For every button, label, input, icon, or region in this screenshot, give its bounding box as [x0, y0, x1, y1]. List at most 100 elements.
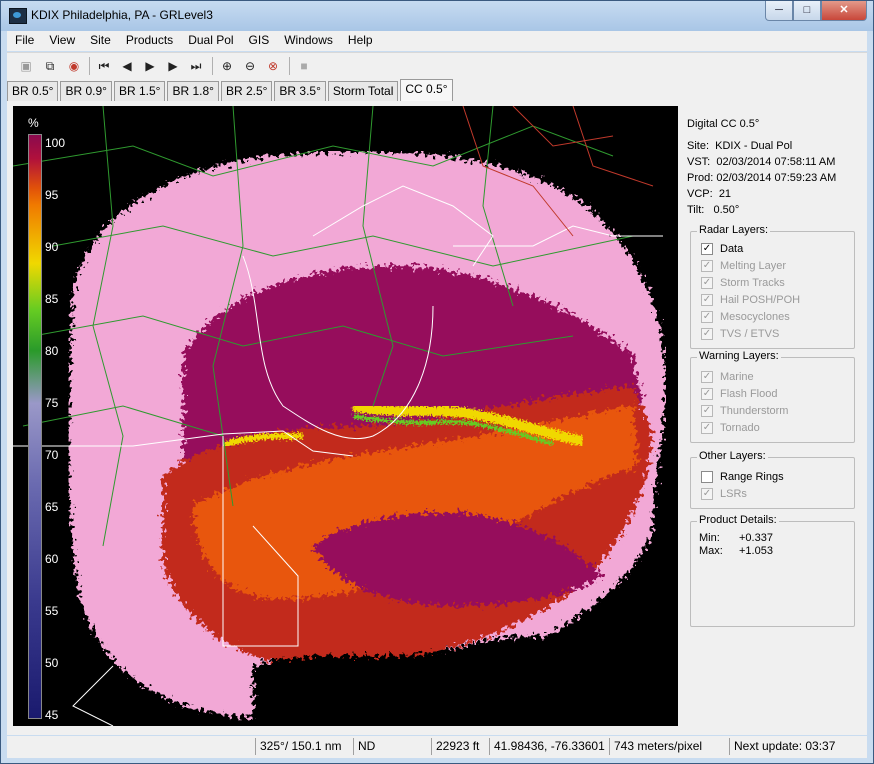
warning-flash-flood: ✓ Flash Flood: [691, 385, 854, 402]
warning-thunderstorm: ✓ Thunderstorm: [691, 402, 854, 419]
checkbox-unchecked-icon[interactable]: [701, 470, 713, 483]
play-icon[interactable]: ▶: [141, 57, 159, 75]
other-layers-title: Other Layers:: [697, 450, 768, 462]
product-name: Digital CC 0.5°: [687, 118, 760, 130]
tab-br-1-8[interactable]: BR 1.8°: [167, 81, 219, 101]
checkbox-checked-icon[interactable]: ✓: [701, 242, 713, 255]
radar-map[interactable]: % 100 95 90 85 80 75 70 65 60 55 50 45: [13, 106, 678, 726]
legend-color-bar: [28, 134, 42, 719]
detail-min-label: Min:: [699, 532, 720, 544]
menu-products[interactable]: Products: [118, 31, 180, 51]
prev-frame-icon[interactable]: ◀: [118, 57, 136, 75]
vcp-info: VCP: 21: [687, 188, 861, 204]
layer-data[interactable]: ✓ Data: [691, 240, 854, 257]
product-details-title: Product Details:: [697, 514, 779, 526]
product-tabs: BR 0.5° BR 0.9° BR 1.5° BR 1.8° BR 2.5° …: [7, 79, 867, 101]
last-frame-icon[interactable]: ⏭: [187, 57, 205, 75]
other-layers-group: Other Layers: Range Rings ✓ LSRs: [690, 450, 855, 509]
legend-label-55: 55: [45, 604, 59, 618]
toolbar: ▣ ⧉ ◉ ⏮ ◀ ▶ ▶​ ⏭ ⊕ ⊖ ⊗ ■: [7, 52, 867, 80]
layer-melting-layer-label: Melting Layer: [720, 259, 787, 272]
zoom-out-icon[interactable]: ⊖: [241, 57, 259, 75]
site-info: Site: KDIX - Dual Pol: [687, 140, 861, 156]
layer-storm-tracks-label: Storm Tracks: [720, 276, 785, 289]
menu-help[interactable]: Help: [340, 31, 380, 51]
legend-label-65: 65: [45, 500, 59, 514]
tilt-info: Tilt: 0.50°: [687, 204, 861, 220]
status-bearing: 325°/ 150.1 nm: [255, 738, 358, 755]
radar-image: [13, 106, 666, 726]
tab-br-1-5[interactable]: BR 1.5°: [113, 81, 166, 101]
radar-layers-group: Radar Layers: ✓ Data ✓ Melting Layer ✓ Stor…: [690, 224, 855, 349]
maximize-button[interactable]: □: [793, 1, 821, 21]
new-window-icon[interactable]: ▣: [17, 57, 35, 75]
layer-melting-layer: ✓ Melting Layer: [691, 257, 854, 274]
other-range-rings[interactable]: Range Rings: [691, 468, 854, 485]
checkbox-checked-icon: ✓: [701, 404, 713, 417]
zoom-in-icon[interactable]: ⊕: [218, 57, 236, 75]
tab-br-3-5[interactable]: BR 3.5°: [274, 81, 326, 101]
legend-label-45: 45: [45, 708, 59, 722]
layer-mesocyclones-label: Mesocyclones: [720, 310, 790, 323]
vst-label: VST:: [687, 156, 711, 168]
warning-marine: ✓ Marine: [691, 368, 854, 385]
site-value: KDIX - Dual Pol: [715, 140, 793, 152]
legend-label-95: 95: [45, 188, 59, 202]
detail-max-value: +1.053: [739, 545, 773, 557]
copy-icon[interactable]: ⧉: [41, 57, 59, 75]
other-lsrs-label: LSRs: [720, 487, 747, 500]
legend-label-75: 75: [45, 396, 59, 410]
vst-info: VST: 02/03/2014 07:58:11 AM: [687, 156, 861, 172]
product-details-group: Product Details: Min: +0.337 Max: +1.053: [690, 514, 855, 627]
legend-label-85: 85: [45, 292, 59, 306]
record-icon[interactable]: ◉: [65, 57, 83, 75]
detail-min: Min: +0.337: [691, 532, 854, 545]
status-coords: 41.98436, -76.33601: [489, 738, 612, 755]
stop-icon[interactable]: ■: [295, 57, 313, 75]
checkbox-checked-icon: ✓: [701, 276, 713, 289]
detail-max-label: Max:: [699, 545, 723, 557]
menu-gis[interactable]: GIS: [241, 31, 277, 51]
tab-br-0-9[interactable]: BR 0.9°: [60, 81, 112, 101]
legend-label-100: 100: [45, 136, 66, 150]
warning-layers-title: Warning Layers:: [697, 350, 781, 362]
zoom-reset-icon[interactable]: ⊗: [264, 57, 282, 75]
menu-dual-pol[interactable]: Dual Pol: [180, 31, 240, 51]
prod-value: 02/03/2014 07:59:23 AM: [716, 172, 837, 184]
next-frame-icon[interactable]: ▶​: [164, 57, 182, 75]
minimize-button[interactable]: ─: [765, 1, 793, 21]
tab-br-2-5[interactable]: BR 2.5°: [220, 81, 273, 101]
toolbar-separator: [212, 57, 213, 75]
menu-site[interactable]: Site: [82, 31, 118, 51]
color-legend: % 100 95 90 85 80 75 70 65 60 55 50 45: [23, 116, 68, 722]
tilt-label: Tilt:: [687, 204, 705, 216]
window-controls: ─ □ ✕: [765, 1, 867, 21]
vcp-label: VCP:: [687, 188, 713, 200]
vst-value: 02/03/2014 07:58:11 AM: [716, 156, 836, 168]
menu-file[interactable]: File: [7, 31, 41, 51]
other-range-rings-label: Range Rings: [720, 470, 784, 483]
detail-max: Max: +1.053: [691, 545, 854, 558]
checkbox-checked-icon: ✓: [701, 259, 713, 272]
tab-storm-total[interactable]: Storm Total: [327, 81, 399, 101]
toolbar-separator: [89, 57, 90, 75]
menu-view[interactable]: View: [41, 31, 82, 51]
status-next-update: Next update: 03:37: [729, 738, 846, 755]
prod-label: Prod:: [687, 172, 714, 184]
vcp-value: 21: [718, 188, 732, 200]
status-value: ND: [353, 738, 430, 755]
info-panel: Digital CC 0.5° Site: KDIX - Dual Pol VS…: [687, 111, 861, 731]
menu-windows[interactable]: Windows: [276, 31, 340, 51]
window-title: KDIX Philadelphia, PA - GRLevel3: [31, 8, 213, 22]
layer-tvs-label: TVS / ETVS: [720, 327, 780, 340]
close-button[interactable]: ✕: [821, 1, 867, 21]
layer-tvs: ✓ TVS / ETVS: [691, 325, 854, 342]
radar-layers-title: Radar Layers:: [697, 224, 771, 236]
app-window: KDIX Philadelphia, PA - GRLevel3 ─ □ ✕ F…: [0, 0, 874, 764]
status-bar: 325°/ 150.1 nm ND 22923 ft 41.98436, -76…: [7, 736, 867, 758]
title-bar[interactable]: KDIX Philadelphia, PA - GRLevel3 ─ □ ✕: [1, 1, 873, 31]
legend-label-80: 80: [45, 344, 59, 358]
tab-cc-0-5[interactable]: CC 0.5°: [400, 79, 453, 101]
tab-br-0-5[interactable]: BR 0.5°: [7, 81, 59, 101]
first-frame-icon[interactable]: ⏮: [95, 57, 113, 75]
